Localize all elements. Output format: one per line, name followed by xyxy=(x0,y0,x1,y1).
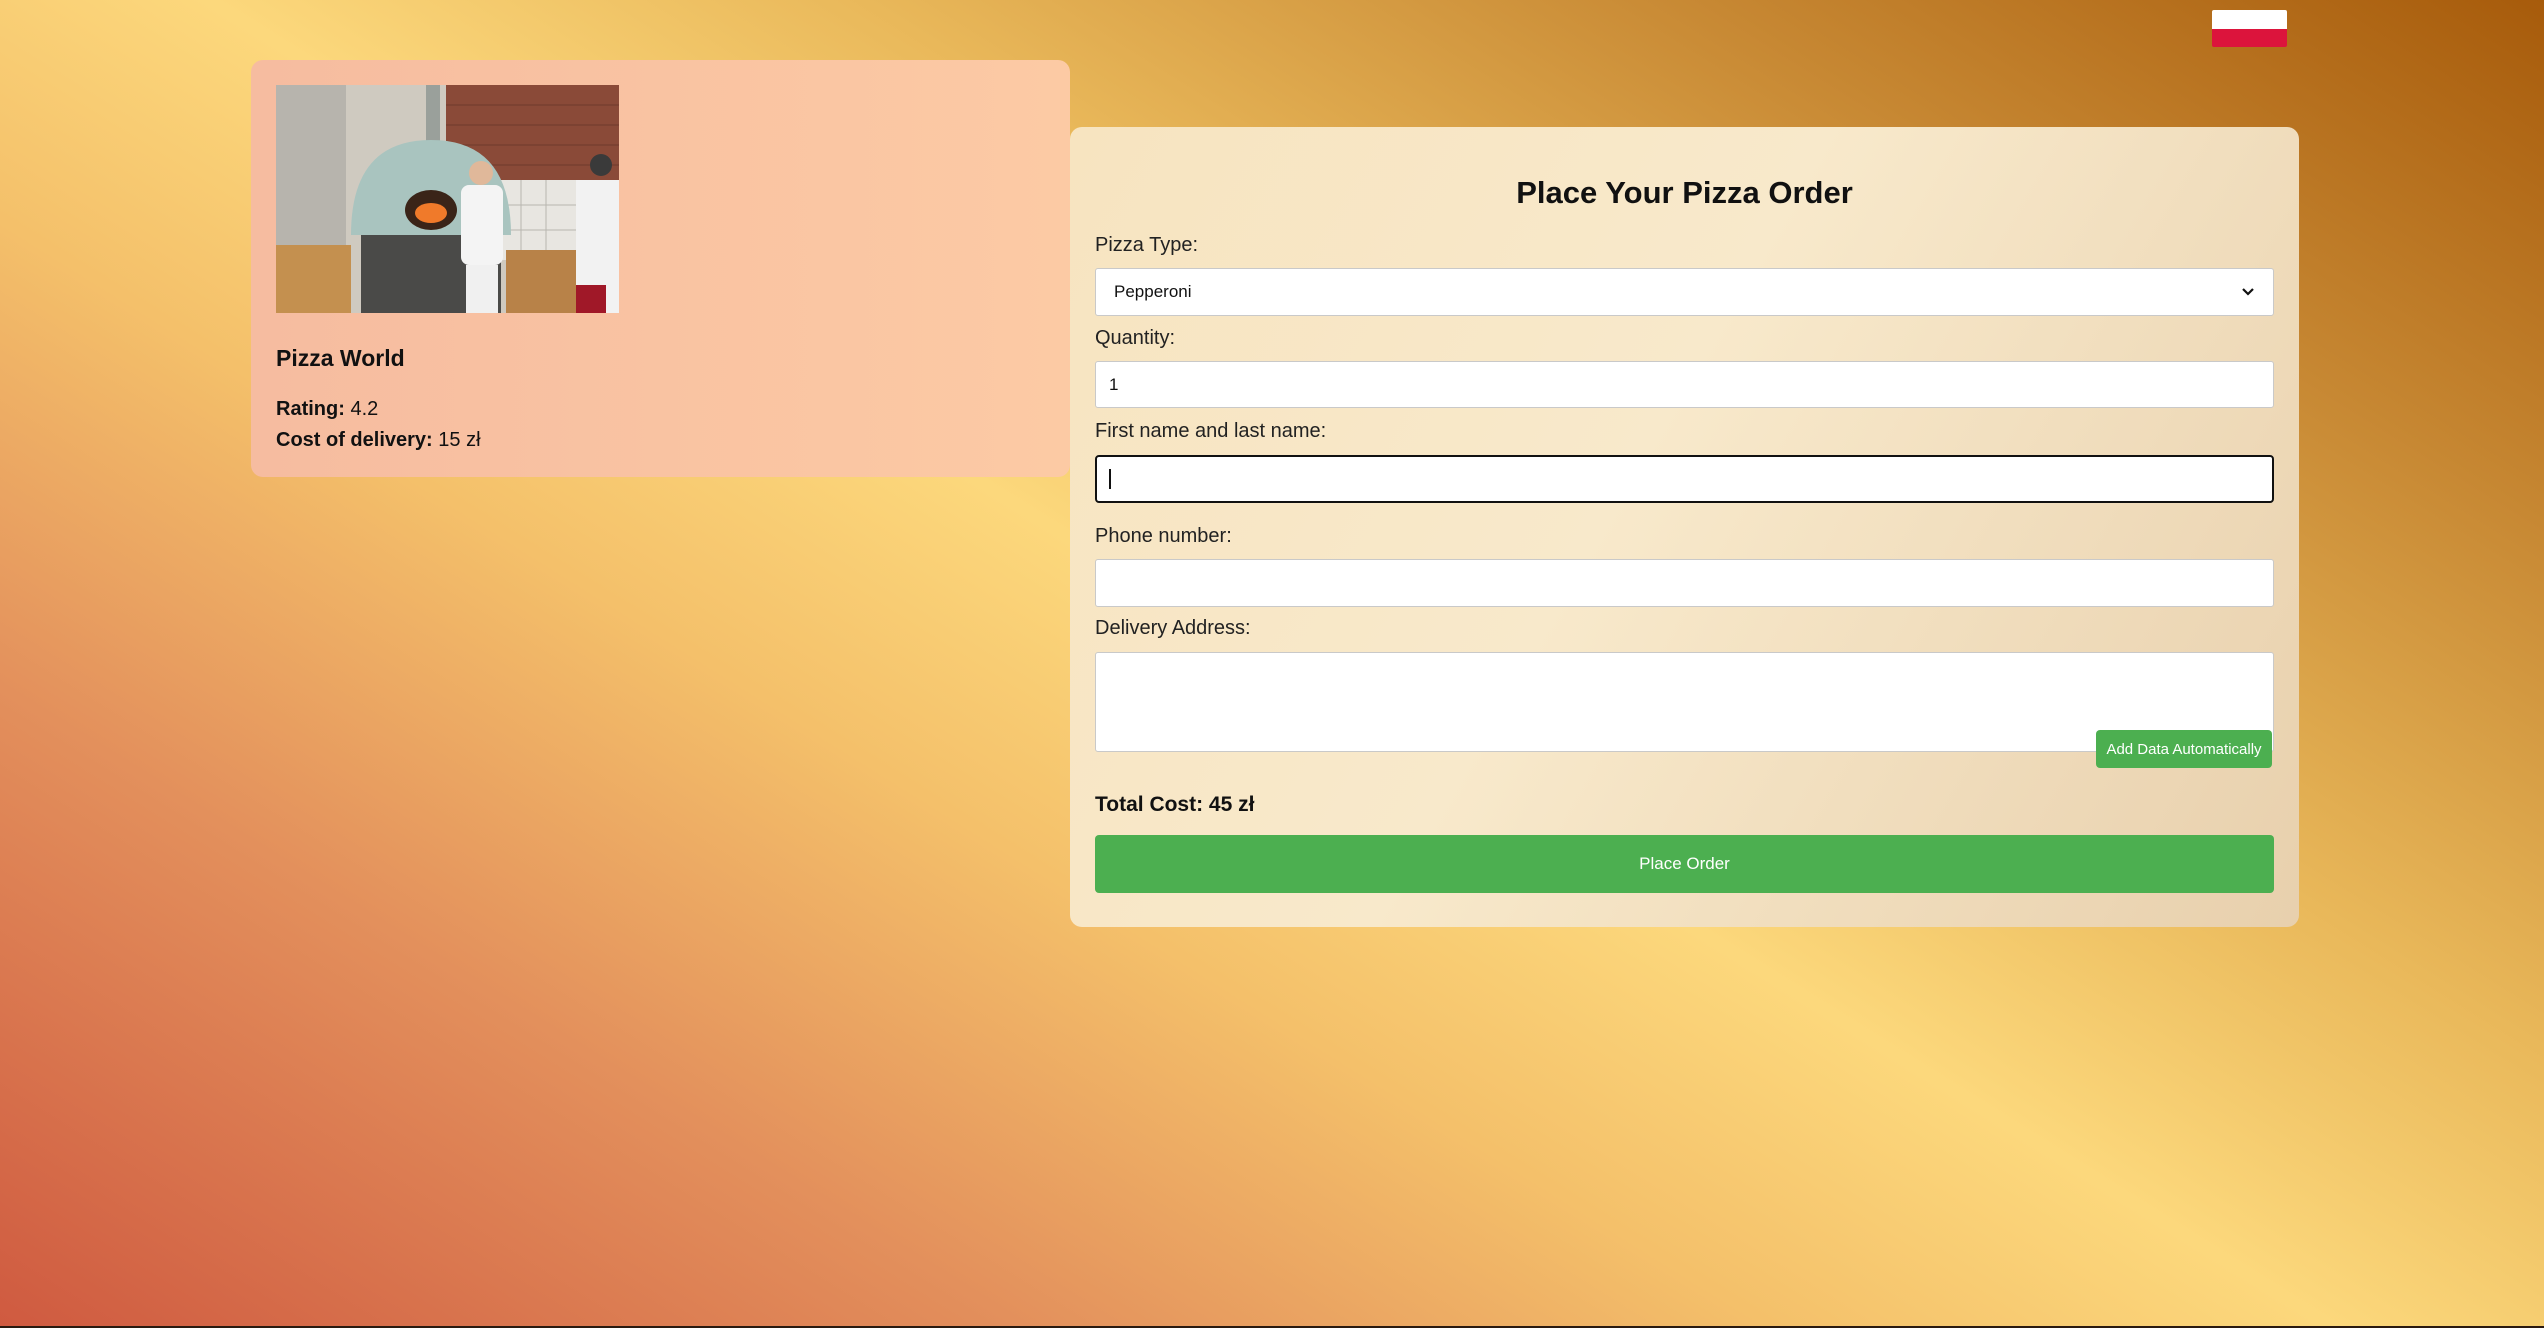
name-label: First name and last name: xyxy=(1095,420,1327,442)
add-data-automatically-button[interactable]: Add Data Automatically xyxy=(2096,730,2272,768)
delivery-cost-label: Cost of delivery: xyxy=(276,429,433,451)
restaurant-rating: Rating: 4.2 xyxy=(276,398,1045,421)
text-cursor xyxy=(1109,469,1111,489)
order-form: Place Your Pizza Order Pizza Type: Peppe… xyxy=(1070,127,2299,927)
form-title: Place Your Pizza Order xyxy=(1516,175,1853,210)
quantity-value: 1 xyxy=(1109,374,1119,394)
chevron-down-icon xyxy=(2242,288,2254,296)
restaurant-name: Pizza World xyxy=(276,345,405,371)
name-input[interactable] xyxy=(1095,455,2274,503)
poland-flag-icon[interactable] xyxy=(2212,10,2287,47)
pizza-type-select[interactable]: Pepperoni xyxy=(1095,268,2274,316)
phone-input[interactable] xyxy=(1095,559,2274,607)
address-label: Delivery Address: xyxy=(1095,617,1251,639)
place-order-button[interactable]: Place Order xyxy=(1095,835,2274,893)
restaurant-card: Pizza World Rating: 4.2 Cost of delivery… xyxy=(251,60,1070,477)
total-cost: Total Cost: 45 zł xyxy=(1095,793,1255,816)
restaurant-delivery-cost: Cost of delivery: 15 zł xyxy=(276,429,1045,452)
quantity-input[interactable]: 1 xyxy=(1095,361,2274,408)
phone-label: Phone number: xyxy=(1095,525,1232,547)
rating-value: 4.2 xyxy=(350,398,379,420)
quantity-label: Quantity: xyxy=(1095,327,1176,349)
pizza-type-label: Pizza Type: xyxy=(1095,234,1199,256)
delivery-cost-value: 15 zł xyxy=(438,429,481,451)
restaurant-photo xyxy=(276,85,619,313)
rating-label: Rating: xyxy=(276,398,345,420)
pizza-type-value: Pepperoni xyxy=(1114,282,1192,301)
